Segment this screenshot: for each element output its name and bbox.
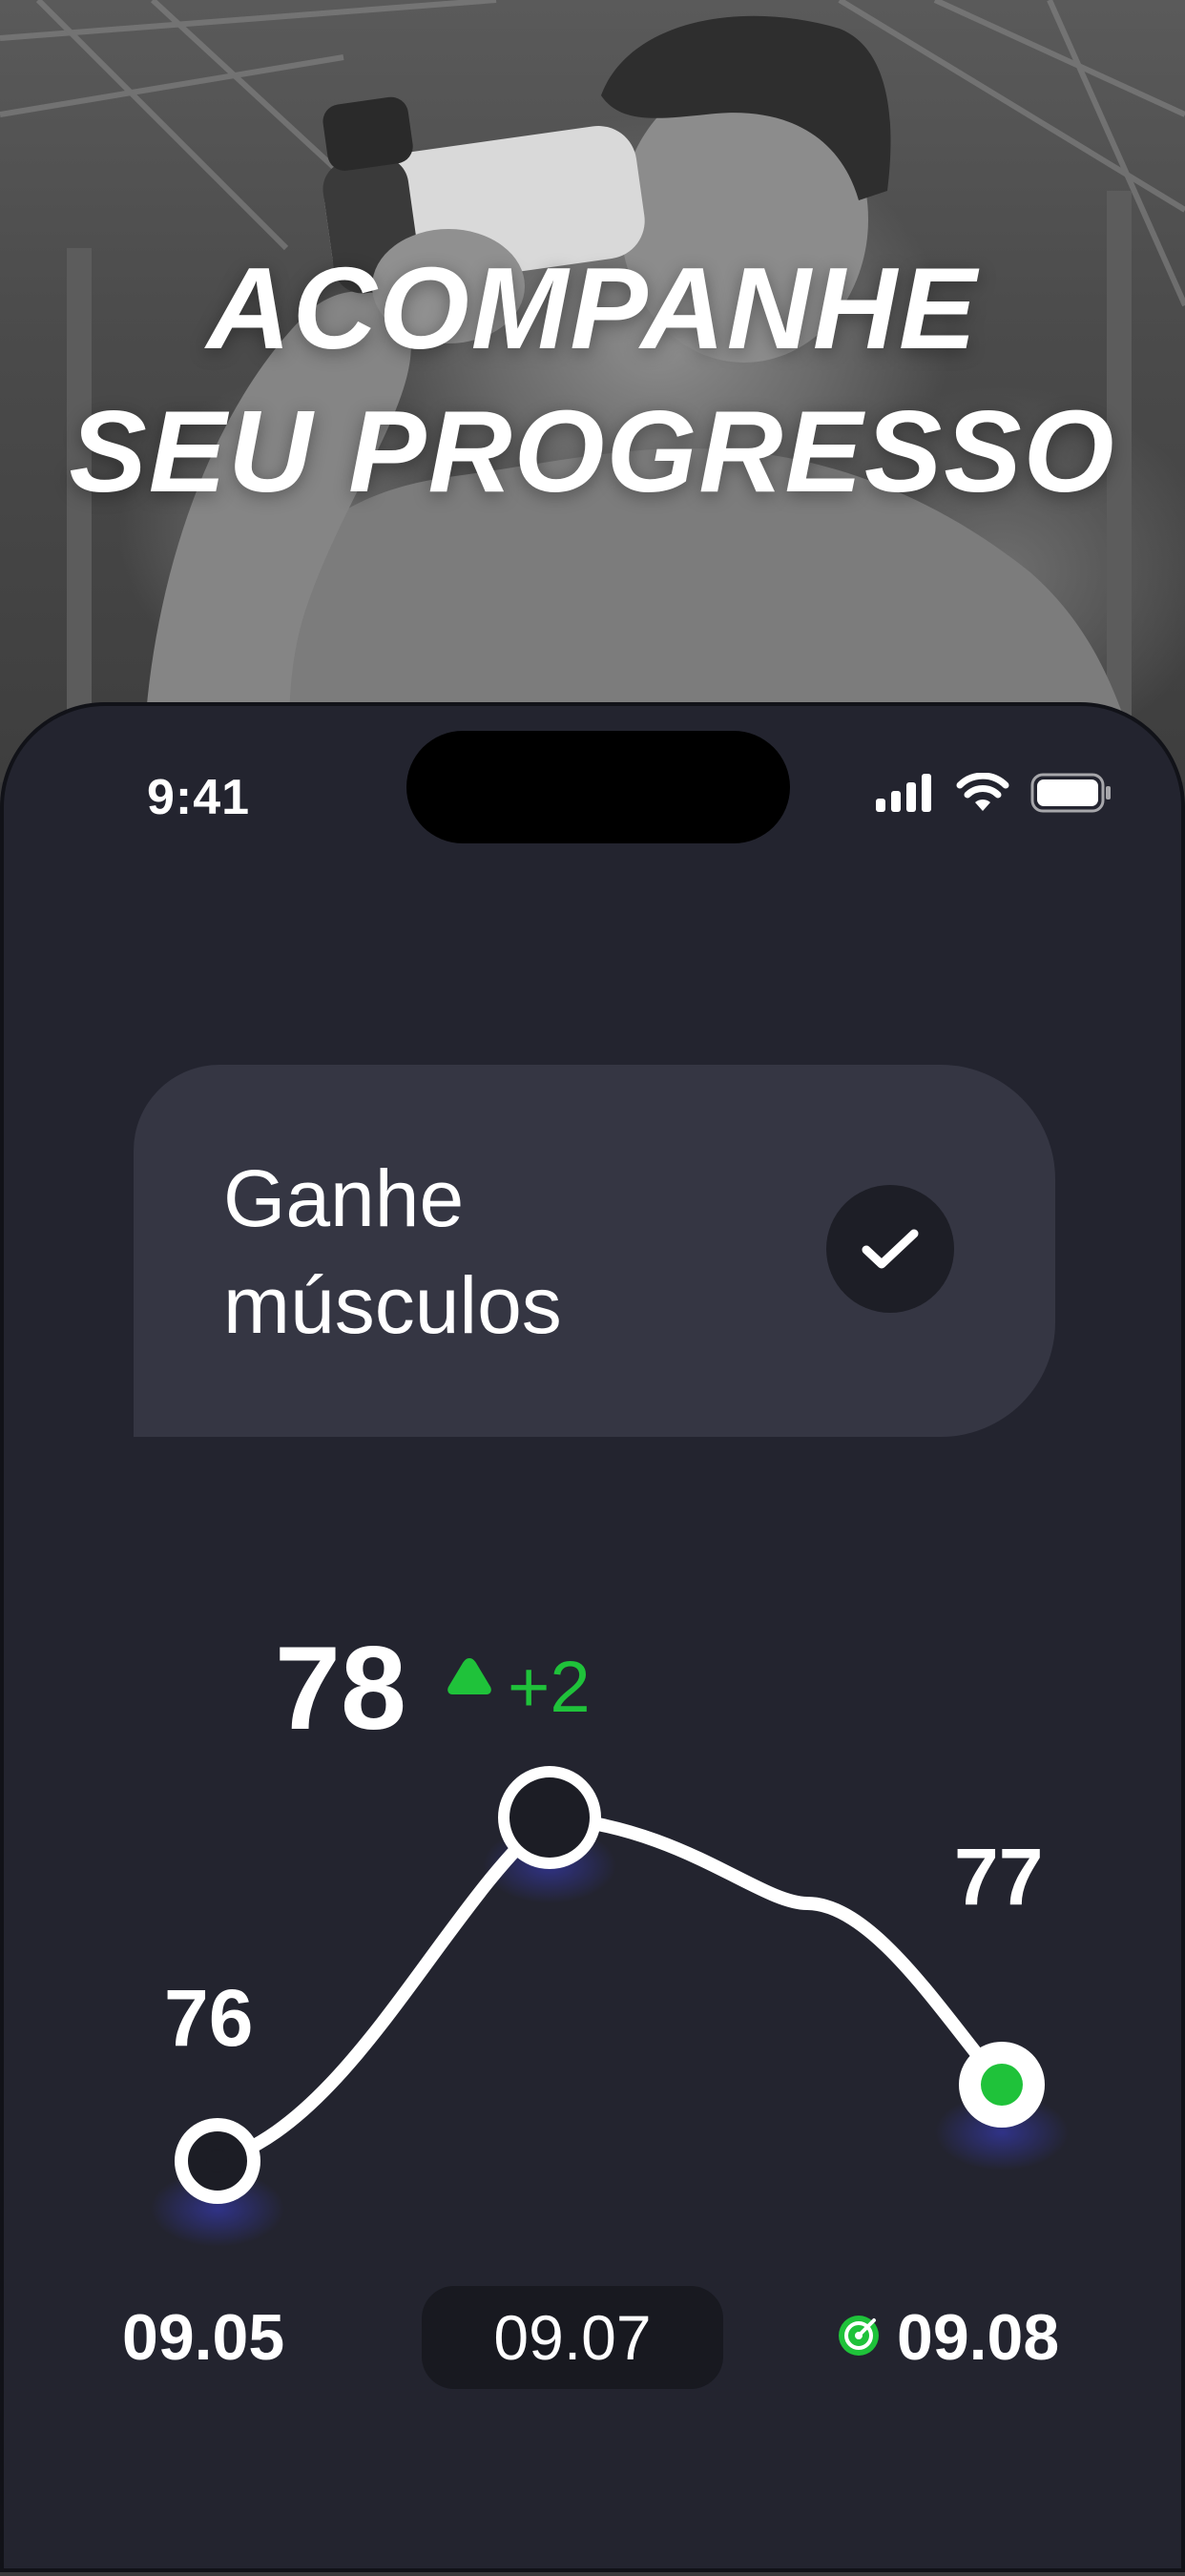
target-icon [839, 2316, 879, 2356]
status-bar-icons [876, 773, 1112, 813]
hero-background-photo: ACOMPANHE SEU PROGRESSO [0, 0, 1185, 782]
point-label-3: 77 [954, 1832, 1044, 1922]
checkmark-icon [862, 1229, 919, 1269]
triangle-up-icon [447, 1658, 491, 1694]
headline-line-2: SEU PROGRESSO [69, 386, 1116, 516]
x-tick-label-3[interactable]: 09.08 [897, 2299, 1059, 2376]
data-point-1-center [206, 2150, 229, 2172]
goal-title-line-2: músculos [223, 1260, 562, 1350]
goal-title-line-1: Ganhe [223, 1153, 465, 1243]
phone-mockup: 9:41 Ganhe músculos 78 +2 76 77 09.05 09… [0, 702, 1185, 2572]
goal-check-button[interactable] [826, 1185, 954, 1313]
dynamic-island [406, 731, 790, 843]
cellular-signal-icon [876, 774, 931, 812]
point-label-1: 76 [164, 1973, 254, 2063]
current-value: 78 [275, 1623, 406, 1755]
goal-card[interactable]: Ganhe músculos [134, 1065, 1055, 1437]
headline-line-1: ACOMPANHE [206, 243, 979, 373]
headline: ACOMPANHE SEU PROGRESSO [0, 237, 1185, 523]
status-bar-time: 9:41 [147, 770, 251, 825]
x-tick-label-2-selected[interactable]: 09.07 [422, 2286, 723, 2389]
battery-icon [1030, 773, 1111, 813]
data-point-3-target-dot [981, 2064, 1023, 2106]
data-point-2[interactable] [498, 1766, 601, 1869]
x-tick-label-1[interactable]: 09.05 [122, 2299, 284, 2376]
goal-title: Ganhe músculos [223, 1145, 562, 1359]
series-line [211, 1810, 1008, 2168]
delta-value: +2 [508, 1647, 591, 1728]
data-point-3[interactable] [959, 2042, 1045, 2128]
data-point-1[interactable] [175, 2118, 260, 2204]
point-glow-2 [483, 1827, 616, 1903]
wifi-icon [956, 773, 1009, 811]
point-glow-1 [151, 2171, 284, 2247]
point-glow-3 [935, 2094, 1069, 2171]
